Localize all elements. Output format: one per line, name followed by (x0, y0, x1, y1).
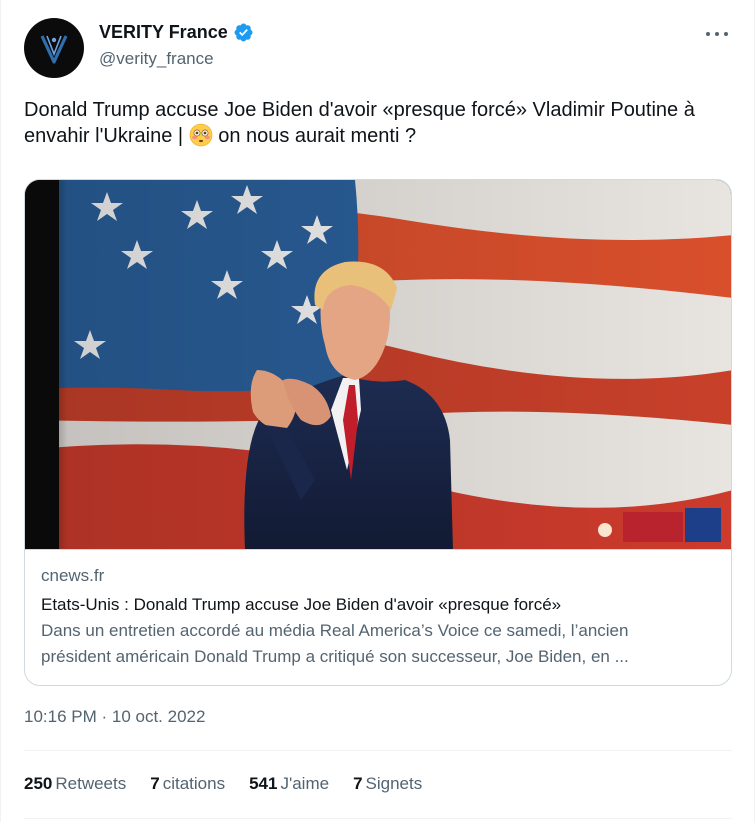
divider-bottom (24, 818, 732, 819)
more-options-icon[interactable] (706, 26, 728, 42)
card-description-line-1: Dans un entretien accordé au média Real … (41, 621, 629, 640)
tweet-text-part2: on nous aurait menti ? (212, 125, 417, 147)
flushed-face-emoji-icon (189, 123, 213, 147)
divider-top (24, 750, 732, 751)
card-domain: cnews.fr (41, 566, 105, 585)
stat-bookmarks[interactable]: 7 Signets (353, 774, 422, 794)
stat-bookmarks-count: 7 (353, 774, 363, 793)
stat-retweets-label: Retweets (55, 774, 127, 793)
author-handle[interactable]: @verity_france (99, 49, 214, 69)
tweet-container: VERITY France @verity_france Donald Trum… (0, 0, 755, 822)
stat-likes-count: 541 (249, 774, 278, 793)
stat-bookmarks-label: Signets (365, 774, 423, 793)
stat-quotes[interactable]: 7 citations (150, 774, 225, 794)
tweet-timestamp[interactable]: 10:16 PM · 10 oct. 2022 (24, 707, 205, 727)
stat-retweets[interactable]: 250 Retweets (24, 774, 126, 794)
card-title: Etats-Unis : Donald Trump accuse Joe Bid… (41, 595, 562, 614)
stat-likes[interactable]: 541 J'aime (249, 774, 329, 794)
verity-logo-icon (40, 35, 68, 64)
card-body: cnews.fr Etats-Unis : Donald Trump accus… (41, 564, 717, 670)
verified-badge-icon (233, 22, 254, 43)
engagement-stats: 250 Retweets 7 citations 541 J'aime 7 Signet… (24, 774, 446, 794)
stat-retweets-count: 250 (24, 774, 53, 793)
card-image-trump-flag (25, 180, 731, 550)
avatar[interactable] (24, 18, 84, 78)
card-description-line-2: président américain Donald Trump a criti… (41, 647, 629, 666)
stat-quotes-label: citations (162, 774, 226, 793)
stat-quotes-count: 7 (150, 774, 160, 793)
tweet-text: Donald Trump accuse Joe Biden d'avoir «p… (24, 97, 724, 149)
link-preview-card[interactable]: cnews.fr Etats-Unis : Donald Trump accus… (24, 179, 732, 686)
stat-likes-label: J'aime (280, 774, 330, 793)
author-display-name[interactable]: VERITY France (99, 22, 228, 43)
author-name-row[interactable]: VERITY France (99, 22, 254, 43)
